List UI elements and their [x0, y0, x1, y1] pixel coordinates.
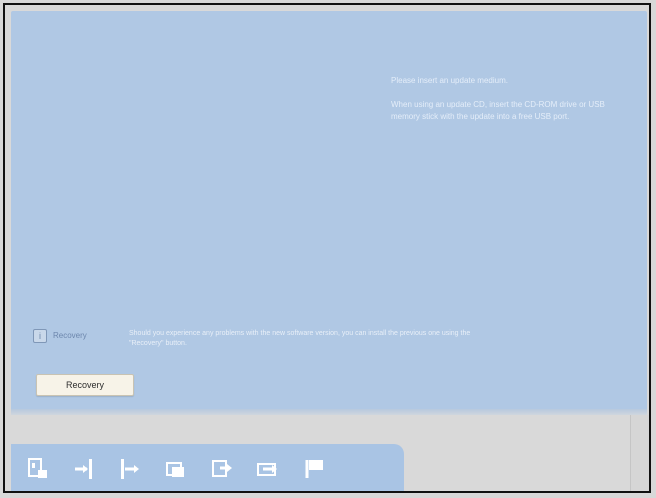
recovery-info-icon: i	[33, 329, 47, 343]
import-icon[interactable]	[69, 454, 99, 484]
instruction-line-2: When using an update CD, insert the CD-R…	[391, 100, 605, 121]
device-card-icon[interactable]	[23, 454, 53, 484]
recovery-title: Recovery	[53, 331, 87, 340]
export-icon[interactable]	[115, 454, 145, 484]
bottom-toolbar	[11, 444, 404, 491]
toolbar-icon-group	[23, 454, 329, 484]
update-instructions: Please insert an update medium. When usi…	[391, 75, 631, 135]
forward-icon[interactable]	[207, 454, 237, 484]
recovery-description: Should you experience any problems with …	[129, 330, 471, 347]
recovery-section: i Recovery Should you experience any pro…	[33, 329, 493, 359]
transfer-icon[interactable]	[253, 454, 283, 484]
flag-icon[interactable]	[299, 454, 329, 484]
right-edge-strip	[630, 415, 649, 491]
instruction-line-1: Please insert an update medium.	[391, 76, 508, 85]
application-window: Please insert an update medium. When usi…	[3, 3, 651, 493]
copy-icon[interactable]	[161, 454, 191, 484]
update-panel: Please insert an update medium. When usi…	[11, 11, 647, 415]
recovery-button[interactable]: Recovery	[36, 374, 134, 396]
